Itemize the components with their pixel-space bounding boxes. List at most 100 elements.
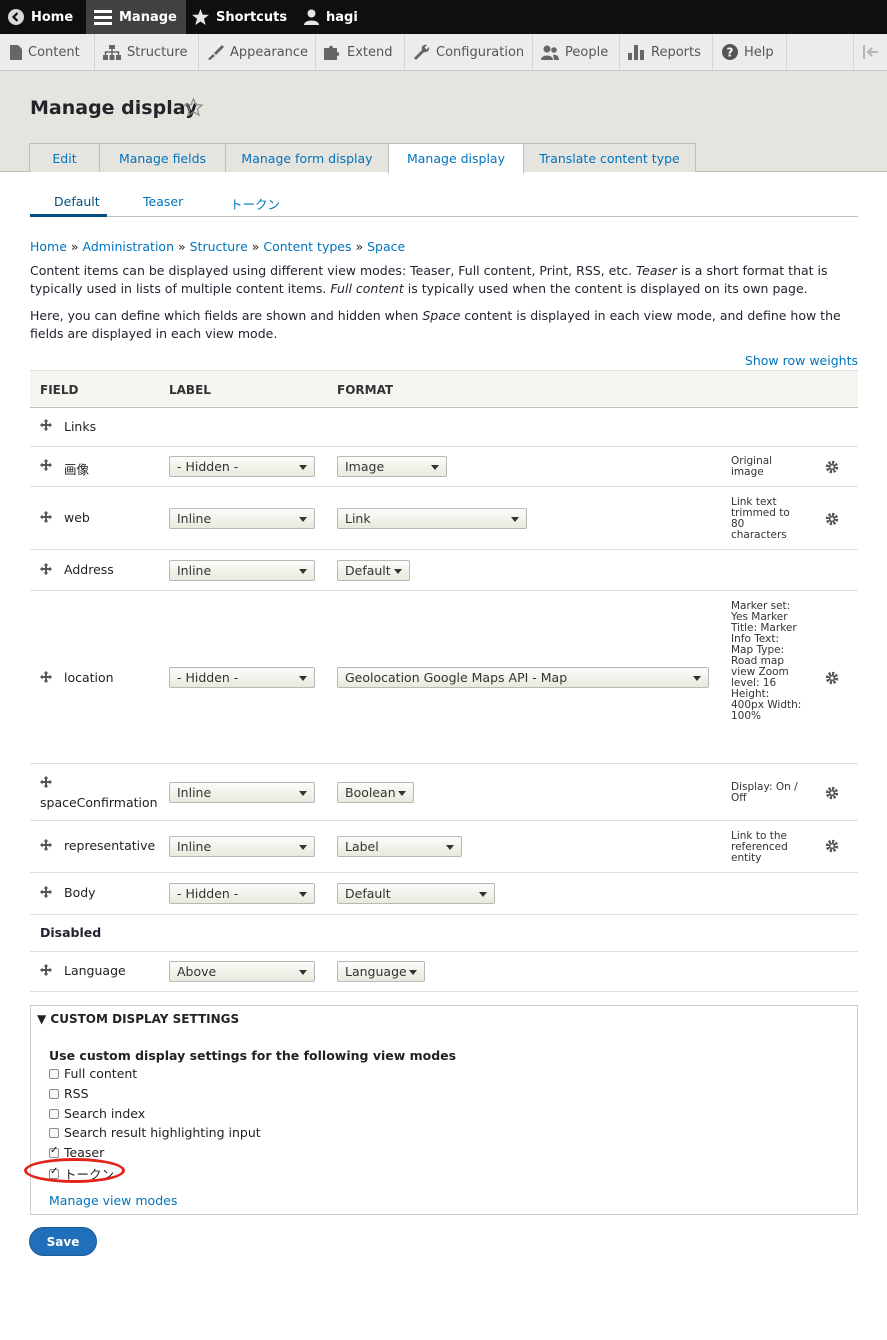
drag-handle-icon[interactable] — [40, 964, 52, 976]
subtab-token[interactable]: トークン — [230, 194, 280, 213]
label-select[interactable]: Inline — [169, 836, 315, 857]
drag-handle-icon[interactable] — [40, 511, 52, 523]
breadcrumb-content-types[interactable]: Content types — [263, 239, 351, 254]
tray-configuration-link[interactable]: Configuration — [405, 34, 533, 70]
custom-display-settings-toggle[interactable]: ▼ CUSTOM DISPLAY SETTINGS — [37, 1012, 239, 1026]
table-row: 画像 - Hidden - Image Original image — [30, 447, 858, 487]
tab-manage-fields[interactable]: Manage fields — [99, 143, 226, 172]
toolbar-shortcuts-tab[interactable]: Shortcuts — [192, 0, 287, 34]
checkbox-label: RSS — [64, 1086, 89, 1101]
checkbox-search-index[interactable] — [49, 1108, 59, 1119]
tray-people-link[interactable]: People — [533, 34, 620, 70]
drag-handle-icon[interactable] — [40, 419, 52, 431]
file-icon — [10, 44, 22, 60]
gear-icon[interactable] — [825, 460, 839, 474]
toolbar-manage-tab[interactable]: Manage — [86, 0, 186, 34]
chevron-down-icon — [299, 676, 307, 681]
breadcrumb-space[interactable]: Space — [367, 239, 405, 254]
triangle-down-icon: ▼ — [37, 1012, 47, 1026]
shortcut-star-icon[interactable] — [184, 98, 203, 116]
tray-structure-link[interactable]: Structure — [95, 34, 199, 70]
tab-manage-form-display[interactable]: Manage form display — [225, 143, 389, 172]
formatter-summary: Marker set: Yes Marker Title: Marker Inf… — [731, 600, 802, 722]
tab-manage-display[interactable]: Manage display — [388, 143, 524, 173]
format-select[interactable]: Label — [337, 836, 462, 857]
view-mode-option[interactable]: Search index — [49, 1106, 145, 1121]
drag-handle-icon[interactable] — [40, 886, 52, 898]
subtab-default[interactable]: Default — [54, 194, 100, 209]
table-row: web Inline Link Link text trimmed to 80 … — [30, 487, 858, 550]
tray-reports-link[interactable]: Reports — [620, 34, 713, 70]
help-text-2a: Here, you can define which fields are sh… — [30, 308, 423, 323]
chevron-down-icon — [446, 845, 454, 850]
table-row: Body - Hidden - Default — [30, 873, 858, 915]
tray-appearance-link[interactable]: Appearance — [199, 34, 316, 70]
field-table-header: FIELD LABEL FORMAT — [30, 370, 858, 408]
formatter-summary: Original image — [731, 455, 773, 478]
format-select-value: Default — [345, 886, 391, 901]
checkbox-rss[interactable] — [49, 1088, 59, 1099]
menu-icon — [94, 10, 112, 25]
help-icon: ? — [722, 44, 738, 60]
table-row: representative Inline Label Link to the … — [30, 821, 858, 873]
tray-help-link[interactable]: ? Help — [713, 34, 787, 70]
label-select[interactable]: - Hidden - — [169, 883, 315, 904]
show-row-weights-link[interactable]: Show row weights — [745, 353, 858, 368]
format-select[interactable]: Link — [337, 508, 527, 529]
view-mode-option[interactable]: RSS — [49, 1086, 89, 1101]
tab-translate-content-type[interactable]: Translate content type — [523, 143, 696, 172]
drag-handle-icon[interactable] — [40, 776, 52, 788]
gear-icon[interactable] — [825, 839, 839, 853]
view-mode-option[interactable]: Search result highlighting input — [49, 1125, 261, 1140]
tray-extend-link[interactable]: Extend — [316, 34, 405, 70]
tray-orientation-toggle[interactable] — [853, 34, 887, 70]
tab-edit[interactable]: Edit — [29, 143, 100, 172]
label-select[interactable]: Above — [169, 961, 315, 982]
column-header-field: FIELD — [40, 383, 79, 397]
label-select[interactable]: - Hidden - — [169, 667, 315, 688]
gear-icon[interactable] — [825, 671, 839, 685]
svg-text:?: ? — [727, 46, 734, 60]
gear-icon[interactable] — [825, 786, 839, 800]
gear-icon[interactable] — [825, 512, 839, 526]
format-select[interactable]: Default — [337, 883, 495, 904]
format-select[interactable]: Language — [337, 961, 425, 982]
label-select[interactable]: Inline — [169, 508, 315, 529]
checkbox-teaser[interactable] — [49, 1145, 59, 1158]
save-button[interactable]: Save — [29, 1227, 97, 1256]
chevron-down-icon — [511, 517, 519, 522]
label-select-value: - Hidden - — [177, 459, 239, 474]
subtab-divider — [30, 216, 858, 217]
tray-structure-label: Structure — [127, 44, 188, 60]
drag-handle-icon[interactable] — [40, 671, 52, 683]
manage-view-modes-link[interactable]: Manage view modes — [49, 1193, 177, 1208]
tray-content-label: Content — [28, 44, 80, 60]
label-select[interactable]: - Hidden - — [169, 456, 315, 477]
view-mode-option[interactable]: Full content — [49, 1066, 137, 1081]
disabled-region-title: Disabled — [40, 925, 102, 940]
help-text-1e: is typically used when the content is di… — [403, 281, 808, 296]
checkbox-search-result[interactable] — [49, 1127, 59, 1138]
format-select[interactable]: Image — [337, 456, 447, 477]
toolbar-user-tab[interactable]: hagi — [304, 0, 358, 34]
chevron-down-icon — [299, 791, 307, 796]
drag-handle-icon[interactable] — [40, 839, 52, 851]
drag-handle-icon[interactable] — [40, 563, 52, 575]
breadcrumb-home[interactable]: Home — [30, 239, 67, 254]
help-text-1b: Teaser — [636, 263, 677, 278]
chevron-down-icon — [398, 791, 406, 796]
label-select[interactable]: Inline — [169, 560, 315, 581]
subtab-teaser[interactable]: Teaser — [143, 194, 183, 209]
checkbox-full-content[interactable] — [49, 1068, 59, 1079]
tray-content-link[interactable]: Content — [0, 34, 95, 70]
toolbar-home-link[interactable]: Home — [8, 0, 73, 34]
format-select[interactable]: Boolean — [337, 782, 414, 803]
table-row: location - Hidden - Geolocation Google M… — [30, 591, 858, 764]
breadcrumb-administration[interactable]: Administration — [83, 239, 174, 254]
format-select[interactable]: Geolocation Google Maps API - Map — [337, 667, 709, 688]
table-row: Address Inline Default — [30, 550, 858, 591]
label-select[interactable]: Inline — [169, 782, 315, 803]
format-select[interactable]: Default — [337, 560, 410, 581]
drag-handle-icon[interactable] — [40, 459, 52, 471]
breadcrumb-structure[interactable]: Structure — [190, 239, 248, 254]
